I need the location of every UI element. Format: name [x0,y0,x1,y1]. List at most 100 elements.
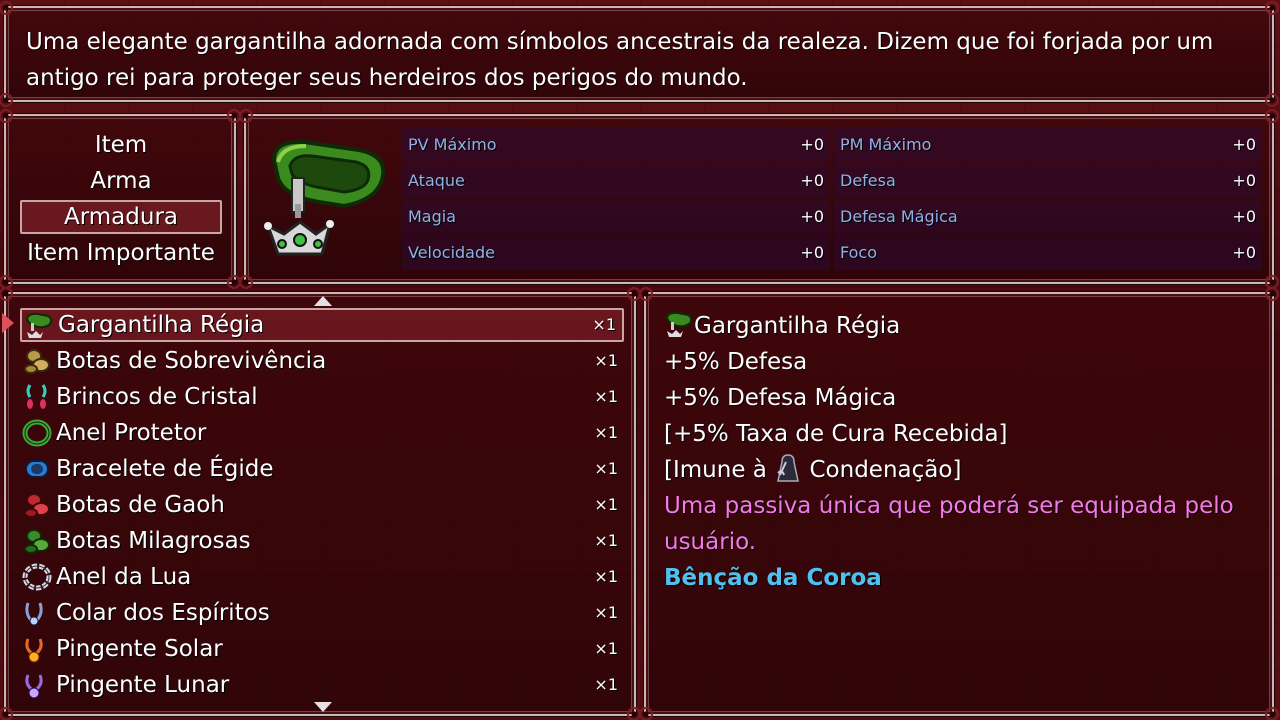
scroll-up-arrow-icon[interactable] [314,296,332,306]
corner-ornament-icon [1265,1,1279,15]
bracelet-icon [25,460,49,478]
category-arma[interactable]: Arma [20,164,222,198]
item-name: Anel Protetor [56,420,207,446]
list-item[interactable]: Bracelete de Égide ×1 [20,452,624,486]
list-item[interactable]: Botas de Sobrevivência ×1 [20,344,624,378]
choker-icon [264,139,386,256]
stat-speed: Velocidade +0 [402,236,830,270]
ring-icon [22,563,52,591]
immunity-prefix: [Imune à [664,457,767,483]
corner-ornament-icon [1265,707,1279,720]
description-line-2: antigo rei para proteger seus herdeiros … [26,65,748,91]
stat-value: +0 [800,171,824,190]
stat-magic-defense: Defesa Mágica +0 [834,200,1262,234]
item-name: Anel da Lua [56,564,192,590]
list-item[interactable]: Botas Milagrosas ×1 [20,524,624,558]
pendant-icon [25,674,43,699]
description-line-1: Uma elegante gargantilha adornada com sí… [26,29,1214,55]
stat-value: +0 [1232,207,1256,226]
item-name: Pingente Solar [56,636,223,662]
corner-ornament-icon [0,109,13,123]
item-name: Botas de Sobrevivência [56,348,327,374]
item-name: Brincos de Cristal [56,384,258,410]
item-quantity: ×1 [594,531,618,550]
pendant-icon [25,638,43,663]
stat-value: +0 [1232,135,1256,154]
choker-icon [25,312,53,338]
item-quantity: ×1 [594,639,618,658]
corner-ornament-icon [1265,93,1279,107]
detail-effect-defense: +5% Defesa [664,349,808,375]
stat-value: +0 [800,207,824,226]
corner-ornament-icon [1265,287,1279,301]
boots-icon [24,529,50,554]
list-item[interactable]: Pingente Lunar ×1 [20,668,624,702]
choker-icon [665,311,693,337]
item-name: Botas de Gaoh [56,492,225,518]
detail-title: Gargantilha Régia [664,308,1254,344]
detail-effect-healing: [+5% Taxa de Cura Recebida] [664,421,1008,447]
corner-ornament-icon [1265,109,1279,123]
stat-max-mp: PM Máximo +0 [834,128,1262,162]
item-detail-window: Gargantilha Régia +5% Defesa +5% Defesa … [639,287,1279,720]
item-quantity: ×1 [594,603,618,622]
stat-value: +0 [1232,171,1256,190]
item-quantity: ×1 [594,351,618,370]
stat-label: PV Máximo [408,135,497,154]
stat-label: PM Máximo [840,135,932,154]
corner-ornament-icon [639,287,653,301]
boots-icon [24,349,50,374]
corner-ornament-icon [0,707,13,720]
stat-label: Ataque [408,171,465,190]
item-quantity: ×1 [594,459,618,478]
boots-icon [24,493,50,518]
stat-label: Velocidade [408,243,495,262]
stat-label: Foco [840,243,878,262]
detail-immunity: [Imune à Condenação] [664,452,1254,488]
item-quantity: ×1 [594,675,618,694]
ring-icon [22,419,52,447]
detail-item-name: Gargantilha Régia [694,313,901,339]
stat-label: Defesa Mágica [840,207,958,226]
detail-passive-line-2: usuário. [664,529,757,555]
list-item[interactable]: Anel da Lua ×1 [20,560,624,594]
item-name: Bracelete de Égide [56,456,274,482]
stat-max-hp: PV Máximo +0 [402,128,830,162]
scroll-down-arrow-icon[interactable] [314,702,332,712]
necklace-icon [25,602,43,626]
category-armadura[interactable]: Armadura [20,200,222,234]
doom-status-icon [777,454,800,482]
item-name: Botas Milagrosas [56,528,251,554]
list-item[interactable]: Botas de Gaoh ×1 [20,488,624,522]
item-quantity: ×1 [594,423,618,442]
immunity-suffix: Condenação] [809,457,962,483]
stat-label: Defesa [840,171,896,190]
detail-passive-line-1: Uma passiva única que poderá ser equipad… [664,493,1234,519]
corner-ornament-icon [0,93,13,107]
corner-ornament-icon [239,109,253,123]
corner-ornament-icon [239,275,253,289]
stat-attack: Ataque +0 [402,164,830,198]
corner-ornament-icon [639,707,653,720]
selection-pointer-icon [2,313,14,333]
list-item[interactable]: Pingente Solar ×1 [20,632,624,666]
list-item[interactable]: Colar dos Espíritos ×1 [20,596,624,630]
item-name: Pingente Lunar [56,672,230,698]
item-quantity: ×1 [592,315,616,334]
stat-value: +0 [800,135,824,154]
item-quantity: ×1 [594,495,618,514]
category-item[interactable]: Item [20,128,222,162]
item-name: Gargantilha Régia [58,312,265,338]
list-item[interactable]: Gargantilha Régia ×1 [20,308,624,342]
category-window: Item Arma Armadura Item Importante [0,109,241,289]
item-description: Uma elegante gargantilha adornada com sí… [26,24,1256,96]
list-item[interactable]: Brincos de Cristal ×1 [20,380,624,414]
stat-value: +0 [1232,243,1256,262]
list-item[interactable]: Anel Protetor ×1 [20,416,624,450]
corner-ornament-icon [0,287,13,301]
detail-effect-magic-defense: +5% Defesa Mágica [664,385,897,411]
item-list-window: Gargantilha Régia ×1 Botas de Sobrevivên… [0,287,641,720]
stat-magic: Magia +0 [402,200,830,234]
earrings-icon [26,384,47,409]
category-item-importante[interactable]: Item Importante [20,236,222,270]
